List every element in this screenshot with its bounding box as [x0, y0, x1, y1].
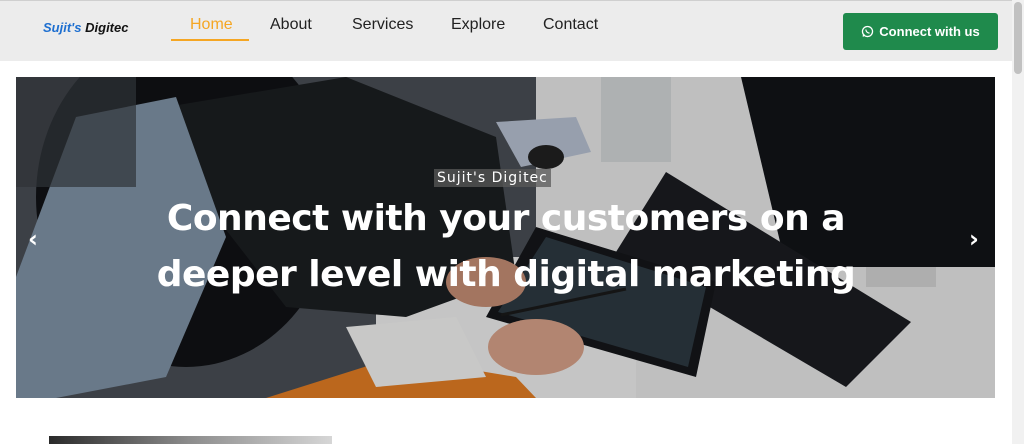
chevron-left-icon[interactable]: ‹ [28, 225, 38, 253]
brand-name-second: Digitec [85, 20, 129, 35]
connect-with-us-label: Connect with us [879, 24, 980, 39]
hero-headline: Connect with your customers on a deeper … [156, 198, 856, 295]
hero-carousel: Sujit's Digitec Connect with your custom… [16, 77, 995, 398]
whatsapp-icon [862, 25, 874, 38]
chevron-right-icon[interactable]: › [969, 225, 979, 253]
nav-link-services[interactable]: Services [352, 16, 413, 34]
brand-logo[interactable]: Sujit's Digitec [43, 20, 128, 35]
nav-link-contact[interactable]: Contact [543, 16, 598, 34]
section-image-preview [49, 436, 332, 444]
nav-link-explore[interactable]: Explore [451, 16, 505, 34]
hero-eyebrow: Sujit's Digitec [434, 169, 551, 187]
nav-link-about[interactable]: About [270, 16, 312, 34]
navbar: Sujit's Digitec Home About Services Expl… [0, 1, 1012, 61]
connect-with-us-button[interactable]: Connect with us [843, 13, 998, 50]
nav-active-underline [171, 39, 249, 41]
scrollbar-thumb[interactable] [1014, 2, 1022, 74]
page-scrollbar[interactable] [1012, 0, 1024, 444]
nav-link-home[interactable]: Home [190, 16, 233, 34]
brand-name-first: Sujit's [43, 20, 82, 35]
